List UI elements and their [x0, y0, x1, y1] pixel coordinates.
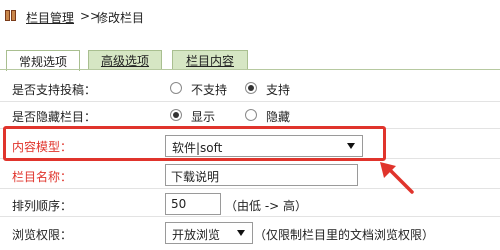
annotation-arrow-icon [380, 162, 414, 194]
highlight-box [3, 126, 386, 161]
tab-general[interactable]: 常规选项 [6, 50, 80, 71]
radio-support-label[interactable]: 支持 [266, 81, 290, 98]
radio-support[interactable] [245, 82, 257, 94]
column-name-input[interactable]: 下载说明 [165, 164, 358, 186]
sort-order-input[interactable]: 50 [165, 193, 221, 215]
tab-advanced-label: 高级选项 [100, 54, 149, 68]
tab-column-content[interactable]: 栏目内容 [172, 50, 248, 70]
column-name-value: 下载说明 [171, 170, 220, 184]
book-icon [5, 10, 16, 21]
radio-not-support-label[interactable]: 不支持 [191, 81, 227, 98]
tabs-divider [0, 69, 500, 70]
breadcrumb: 栏目管理 >> 修改栏目 [0, 0, 500, 34]
radio-not-support[interactable] [170, 82, 182, 94]
breadcrumb-root-link[interactable]: 栏目管理 [26, 9, 74, 26]
browse-permission-hint: （仅限制栏目里的文档浏览权限） [254, 228, 435, 242]
radio-hide[interactable] [245, 109, 257, 121]
browse-permission-value: 开放浏览 [172, 228, 221, 242]
browse-permission-label: 浏览权限： [12, 228, 73, 242]
row-column-name: 栏目名称： 下载说明 [0, 162, 500, 189]
breadcrumb-current: 修改栏目 [96, 11, 145, 25]
sort-order-value: 50 [171, 197, 187, 211]
sort-order-hint: （由低 -> 高） [225, 199, 308, 213]
row-allow-submit: 是否支持投稿： 不支持 支持 [0, 75, 500, 102]
tab-general-label: 常规选项 [18, 54, 67, 69]
hidden-label: 是否隐藏栏目： [12, 110, 97, 124]
allow-submit-label: 是否支持投稿： [12, 83, 97, 97]
radio-hide-label[interactable]: 隐藏 [266, 108, 290, 125]
chevron-down-icon [237, 230, 245, 236]
row-browse-permission: 浏览权限： 开放浏览 （仅限制栏目里的文档浏览权限） [0, 218, 500, 246]
browse-permission-select[interactable]: 开放浏览 [165, 222, 253, 244]
sort-order-label: 排列顺序： [12, 199, 73, 213]
tab-column-content-label: 栏目内容 [185, 54, 234, 68]
column-name-label: 栏目名称： [12, 170, 73, 184]
row-hidden: 是否隐藏栏目： 显示 隐藏 [0, 102, 500, 129]
radio-show[interactable] [170, 109, 182, 121]
row-sort-order: 排列顺序： 50 （由低 -> 高） [0, 189, 500, 217]
tab-advanced[interactable]: 高级选项 [88, 50, 162, 70]
radio-show-label[interactable]: 显示 [191, 108, 215, 125]
